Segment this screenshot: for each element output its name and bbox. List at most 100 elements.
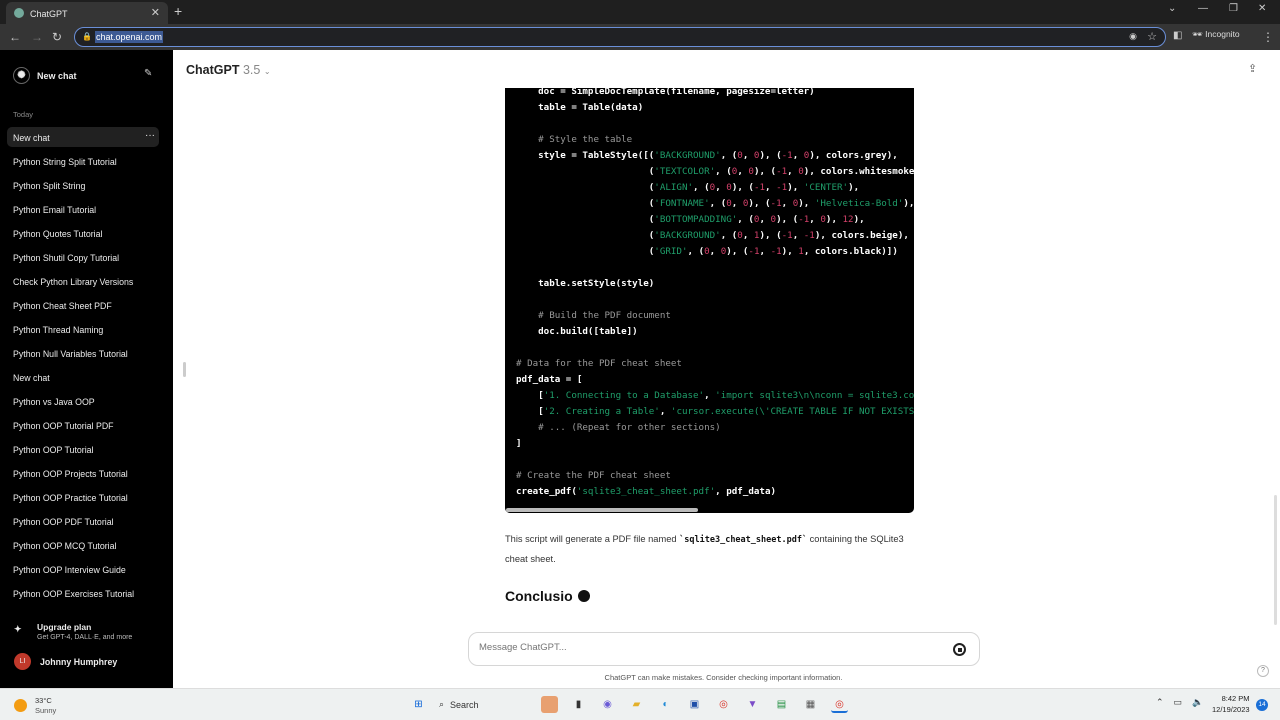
sidebar-chat-item[interactable]: Python Thread Naming [7, 319, 159, 339]
page-scrollbar[interactable] [1274, 495, 1277, 625]
close-window-button[interactable]: ✕ [1258, 3, 1266, 14]
sidebar-chat-item[interactable]: Python Quotes Tutorial [7, 223, 159, 243]
new-chat-label: New chat [37, 70, 77, 81]
url-text[interactable]: chat.openai.com [95, 31, 164, 43]
chevron-up-icon[interactable]: ⌃ [1156, 697, 1164, 708]
code-token: # Create the PDF cheat sheet [516, 470, 671, 481]
code-horizontal-scrollbar[interactable] [506, 508, 698, 512]
incognito-eye-icon[interactable]: ◉ [1129, 31, 1137, 42]
weather-widget[interactable]: 33°C Sunny [14, 696, 56, 716]
clock[interactable]: 8:42 PM 12/19/2023 [1212, 693, 1250, 715]
app-icon[interactable]: ▦ [802, 696, 819, 713]
upgrade-title: Upgrade plan [37, 622, 92, 632]
heading-text: Conclusio [505, 588, 573, 604]
code-token: ), [853, 214, 865, 225]
sidebar-chat-item[interactable]: Python String Split Tutorial [7, 151, 159, 171]
upgrade-subtitle: Get GPT-4, DALL·E, and more [37, 634, 133, 641]
bookmark-star-icon[interactable]: ☆ [1147, 30, 1157, 43]
file-explorer-icon[interactable]: ▰ [628, 696, 645, 713]
sidebar-chat-item[interactable]: Python OOP PDF Tutorial [7, 511, 159, 531]
code-token: , [759, 246, 771, 257]
model-selector[interactable]: ChatGPT 3.5 ⌄ [186, 63, 271, 77]
sidebar-chat-item[interactable]: New chat [7, 367, 159, 387]
user-menu[interactable]: LI Johnny Humphrey [14, 653, 117, 670]
browser-tab[interactable]: ChatGPT ✕ [6, 2, 168, 24]
excel-icon[interactable]: ▤ [773, 696, 790, 713]
code-token: ( [516, 182, 655, 193]
chat-icon[interactable]: ◉ [599, 696, 616, 713]
incognito-label: Incognito [1205, 29, 1240, 39]
minimize-button[interactable]: — [1198, 3, 1208, 14]
volume-icon[interactable]: 🔈 [1192, 697, 1203, 708]
incognito-indicator[interactable]: 🕶 Incognito [1192, 29, 1240, 40]
code-token: , [742, 150, 754, 161]
sidebar-chat-item[interactable]: Python Email Tutorial [7, 199, 159, 219]
message-input[interactable] [479, 642, 919, 653]
sidebar-chat-item[interactable]: Python Split String [7, 175, 159, 195]
system-tray[interactable]: ⌃ ▭ 🔈 [1156, 697, 1203, 708]
code-token: 'BOTTOMPADDING' [654, 214, 738, 225]
task-view-icon[interactable]: ▮ [570, 696, 587, 713]
sidebar-chat-item[interactable]: Python OOP MCQ Tutorial [7, 535, 159, 555]
code-token: ), ( [753, 166, 777, 177]
sidebar-chat-item[interactable]: Python vs Java OOP [7, 391, 159, 411]
site-info-icon[interactable]: 🔒 [82, 32, 92, 41]
sidebar-chat-item[interactable]: Python Cheat Sheet PDF [7, 295, 159, 315]
store-icon[interactable]: ▣ [686, 696, 703, 713]
code-token: 'import sqlite3\n\nconn = sqlite3.connec… [715, 390, 914, 401]
code-token: ), [848, 182, 860, 193]
sidebar-chat-item[interactable]: Python OOP Tutorial [7, 439, 159, 459]
network-icon[interactable]: ▭ [1174, 697, 1183, 708]
reload-icon[interactable]: ↻ [52, 30, 62, 44]
edge-icon[interactable]: ◐ [657, 696, 674, 713]
more-options-icon[interactable]: ··· [145, 130, 155, 141]
widgets-icon[interactable] [541, 696, 558, 713]
stop-generating-button[interactable] [953, 643, 966, 656]
code-token: , ( [687, 246, 705, 257]
windows-start-icon[interactable]: ⊞ [410, 696, 427, 713]
sidebar-chat-item[interactable]: Python OOP Practice Tutorial [7, 487, 159, 507]
sidebar-chat-item[interactable]: Check Python Library Versions [7, 271, 159, 291]
share-icon[interactable]: ⇪ [1248, 62, 1257, 75]
chat-item-label: Python Email Tutorial [13, 205, 97, 215]
sidebar-chat-item[interactable]: Python OOP Tutorial PDF [7, 415, 159, 435]
code-token: 'BACKGROUND' [654, 150, 721, 161]
restore-button[interactable]: ❐ [1229, 3, 1238, 14]
sidebar-chat-item[interactable]: New chat ··· [7, 127, 159, 147]
code-token: 'Helvetica-Bold' [814, 198, 904, 209]
close-tab-icon[interactable]: ✕ [151, 6, 160, 19]
vpn-icon[interactable]: ▼ [744, 696, 761, 713]
sidebar-chat-item[interactable]: Python OOP Exercises Tutorial [7, 583, 159, 603]
tab-search-icon[interactable]: ⌄ [1168, 3, 1176, 14]
side-panel-icon[interactable]: ◧ [1173, 30, 1182, 41]
help-button[interactable]: ? [1257, 665, 1269, 677]
sidebar-chat-item[interactable]: Python Null Variables Tutorial [7, 343, 159, 363]
streaming-cursor-icon [577, 590, 590, 602]
message-composer[interactable] [468, 632, 980, 666]
chrome-icon[interactable]: ◎ [715, 696, 732, 713]
forward-icon[interactable]: → [31, 30, 43, 44]
sidebar-toggle-handle[interactable] [183, 362, 186, 377]
browser-menu-icon[interactable]: ⋮ [1262, 30, 1274, 44]
chat-item-label: Python Shutil Copy Tutorial [13, 253, 120, 263]
code-token: -1 [770, 246, 782, 257]
code-token: # Data for the PDF cheat sheet [516, 358, 682, 369]
chrome-active-icon[interactable]: ◎ [831, 696, 848, 713]
temperature: 33°C [35, 696, 52, 705]
sidebar-chat-item[interactable]: Python OOP Interview Guide [7, 559, 159, 579]
code-token: ), colors.beige), [814, 230, 909, 241]
code-token: ), ( [726, 246, 749, 257]
new-tab-button[interactable]: + [174, 3, 182, 19]
chat-item-label: Python Thread Naming [13, 325, 104, 335]
taskbar-search[interactable]: ⌕ Search [439, 699, 529, 710]
back-icon[interactable]: ← [9, 30, 21, 44]
chat-item-label: Python Cheat Sheet PDF [13, 301, 112, 311]
code-token: ), colors.grey), [809, 150, 898, 161]
notification-badge[interactable]: 14 [1256, 699, 1268, 711]
edit-new-chat-icon[interactable]: ✎ [144, 68, 152, 79]
sidebar-chat-item[interactable]: Python Shutil Copy Tutorial [7, 247, 159, 267]
model-name: ChatGPT [186, 63, 240, 77]
sidebar-chat-item[interactable]: Python OOP Projects Tutorial [7, 463, 159, 483]
new-chat-button[interactable]: ✺ New chat [13, 67, 77, 84]
address-bar[interactable]: 🔒 chat.openai.com ◉ ☆ [74, 27, 1166, 47]
